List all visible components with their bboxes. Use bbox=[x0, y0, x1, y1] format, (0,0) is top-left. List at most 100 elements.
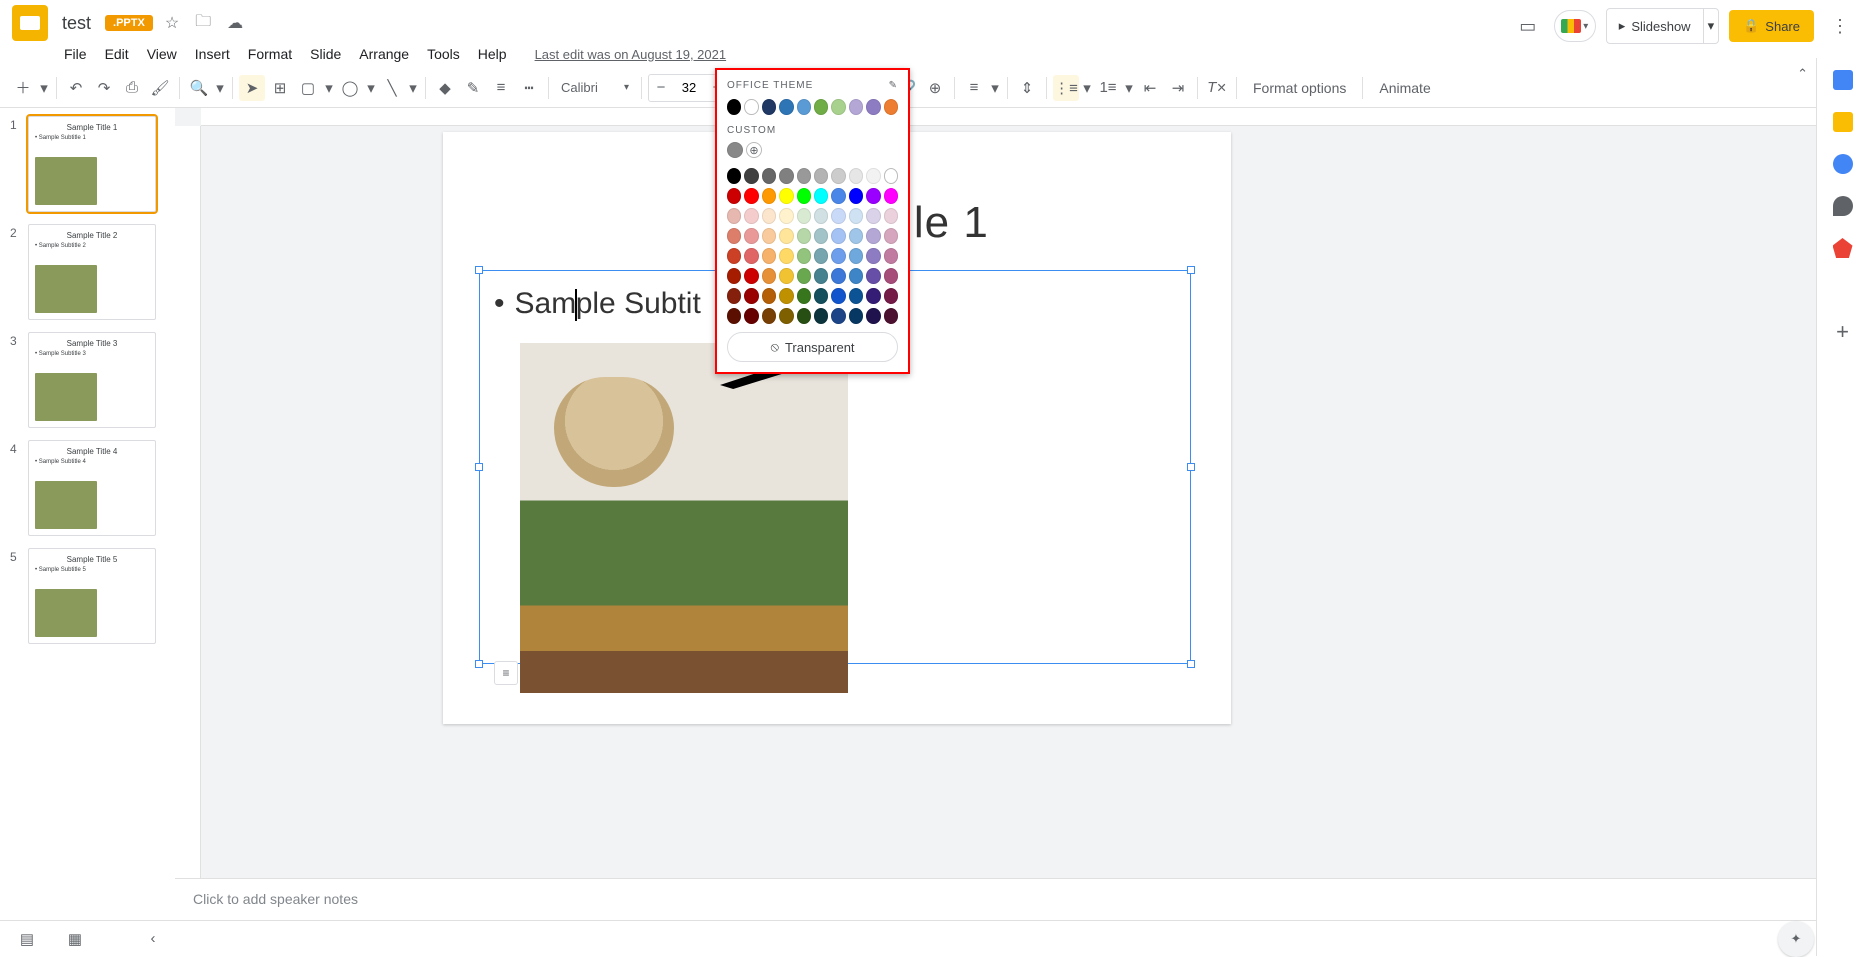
color-swatch[interactable] bbox=[744, 208, 758, 224]
color-swatch[interactable] bbox=[779, 208, 793, 224]
color-swatch[interactable] bbox=[849, 188, 863, 204]
color-swatch[interactable] bbox=[797, 288, 811, 304]
color-swatch[interactable] bbox=[797, 248, 811, 264]
shape-tool[interactable]: ◯ bbox=[337, 75, 363, 101]
color-swatch[interactable] bbox=[849, 99, 863, 115]
color-swatch[interactable] bbox=[762, 288, 776, 304]
color-swatch[interactable] bbox=[866, 208, 880, 224]
color-swatch[interactable] bbox=[866, 168, 880, 184]
line-dropdown[interactable]: ▾ bbox=[407, 75, 419, 101]
redo-button[interactable]: ↷ bbox=[91, 75, 117, 101]
color-swatch[interactable] bbox=[744, 168, 758, 184]
color-swatch[interactable] bbox=[744, 248, 758, 264]
color-swatch[interactable] bbox=[762, 208, 776, 224]
numbered-list-button[interactable]: 1≡ bbox=[1095, 75, 1121, 101]
font-size-decrease[interactable]: − bbox=[649, 75, 673, 101]
slide-thumbnail[interactable]: Sample Title 5• Sample Subtitle 5 bbox=[28, 548, 156, 644]
color-swatch[interactable] bbox=[866, 188, 880, 204]
increase-indent-button[interactable]: ⇥ bbox=[1165, 75, 1191, 101]
color-swatch[interactable] bbox=[814, 168, 828, 184]
color-swatch[interactable] bbox=[762, 188, 776, 204]
color-swatch[interactable] bbox=[849, 308, 863, 324]
color-swatch[interactable] bbox=[744, 308, 758, 324]
color-swatch[interactable] bbox=[744, 288, 758, 304]
autofit-button[interactable]: ≡ bbox=[494, 661, 518, 685]
color-swatch[interactable] bbox=[831, 248, 845, 264]
color-swatch[interactable] bbox=[814, 268, 828, 284]
move-icon[interactable]: 🗀 bbox=[191, 10, 215, 37]
decrease-indent-button[interactable]: ⇤ bbox=[1137, 75, 1163, 101]
align-button[interactable]: ≡ bbox=[961, 75, 987, 101]
color-swatch[interactable] bbox=[779, 188, 793, 204]
color-swatch[interactable] bbox=[727, 228, 741, 244]
color-swatch[interactable] bbox=[849, 248, 863, 264]
resize-handle[interactable] bbox=[475, 266, 483, 274]
undo-button[interactable]: ↶ bbox=[63, 75, 89, 101]
slides-logo[interactable] bbox=[12, 5, 48, 41]
color-swatch[interactable] bbox=[779, 168, 793, 184]
clear-formatting-button[interactable]: T✕ bbox=[1204, 75, 1230, 101]
color-swatch[interactable] bbox=[727, 268, 741, 284]
transparent-button[interactable]: ⦸Transparent bbox=[727, 332, 898, 362]
explore-button[interactable]: ✦ bbox=[1778, 921, 1814, 957]
color-swatch[interactable] bbox=[831, 268, 845, 284]
border-weight-button[interactable]: ≡ bbox=[488, 75, 514, 101]
color-swatch[interactable] bbox=[797, 268, 811, 284]
menu-arrange[interactable]: Arrange bbox=[351, 42, 417, 66]
color-swatch[interactable] bbox=[866, 288, 880, 304]
color-swatch[interactable] bbox=[762, 268, 776, 284]
fill-color-button[interactable]: ◆ bbox=[432, 75, 458, 101]
shape-dropdown[interactable]: ▾ bbox=[365, 75, 377, 101]
tasks-icon[interactable] bbox=[1833, 154, 1853, 174]
color-swatch[interactable] bbox=[779, 228, 793, 244]
collapse-filmstrip-icon[interactable]: ‹ bbox=[140, 926, 166, 952]
menu-tools[interactable]: Tools bbox=[419, 42, 468, 66]
color-swatch[interactable] bbox=[814, 208, 828, 224]
add-custom-color[interactable]: ⊕ bbox=[746, 142, 762, 158]
comments-icon[interactable]: ▭ bbox=[1512, 10, 1544, 42]
color-swatch[interactable] bbox=[727, 208, 741, 224]
slide-thumbnail[interactable]: Sample Title 4• Sample Subtitle 4 bbox=[28, 440, 156, 536]
resize-handle[interactable] bbox=[475, 660, 483, 668]
color-swatch[interactable] bbox=[831, 308, 845, 324]
slide-thumbnail[interactable]: Sample Title 3• Sample Subtitle 3 bbox=[28, 332, 156, 428]
zoom-dropdown[interactable]: ▾ bbox=[214, 75, 226, 101]
menu-edit[interactable]: Edit bbox=[97, 42, 137, 66]
color-swatch[interactable] bbox=[831, 99, 845, 115]
canvas-area[interactable]: Sample Titlle 1 Sample Title 1 •Sample S… bbox=[175, 108, 1816, 920]
color-swatch[interactable] bbox=[849, 208, 863, 224]
image-tool[interactable]: ▢ bbox=[295, 75, 321, 101]
color-swatch[interactable] bbox=[831, 168, 845, 184]
menu-insert[interactable]: Insert bbox=[187, 42, 238, 66]
color-swatch[interactable] bbox=[744, 268, 758, 284]
last-edit-link[interactable]: Last edit was on August 19, 2021 bbox=[535, 47, 727, 62]
color-swatch[interactable] bbox=[797, 308, 811, 324]
color-swatch[interactable] bbox=[831, 228, 845, 244]
color-swatch[interactable] bbox=[884, 168, 898, 184]
new-slide-button[interactable]: ＋ bbox=[10, 75, 36, 101]
font-select[interactable]: Calibri▾ bbox=[555, 80, 635, 95]
color-swatch[interactable] bbox=[884, 208, 898, 224]
format-options-button[interactable]: Format options bbox=[1243, 80, 1356, 96]
subtitle-text[interactable]: •Sample Subtitle 1ple Subtit bbox=[494, 287, 701, 321]
color-swatch[interactable] bbox=[866, 228, 880, 244]
menu-file[interactable]: File bbox=[56, 42, 95, 66]
edit-theme-icon[interactable]: ✎ bbox=[889, 80, 898, 91]
color-swatch[interactable] bbox=[884, 228, 898, 244]
filmstrip-view-icon[interactable]: ▤ bbox=[14, 926, 40, 952]
add-comment-button[interactable]: ⊕ bbox=[922, 75, 948, 101]
resize-handle[interactable] bbox=[1187, 660, 1195, 668]
color-swatch[interactable] bbox=[831, 208, 845, 224]
color-swatch[interactable] bbox=[727, 188, 741, 204]
textbox-tool[interactable]: ⊞ bbox=[267, 75, 293, 101]
color-swatch[interactable] bbox=[797, 208, 811, 224]
color-swatch[interactable] bbox=[779, 268, 793, 284]
color-swatch[interactable] bbox=[884, 288, 898, 304]
color-swatch[interactable] bbox=[866, 248, 880, 264]
menu-slide[interactable]: Slide bbox=[302, 42, 349, 66]
color-swatch[interactable] bbox=[849, 268, 863, 284]
color-swatch[interactable] bbox=[814, 228, 828, 244]
color-swatch[interactable] bbox=[762, 228, 776, 244]
line-spacing-button[interactable]: ⇕ bbox=[1014, 75, 1040, 101]
color-swatch[interactable] bbox=[744, 99, 758, 115]
